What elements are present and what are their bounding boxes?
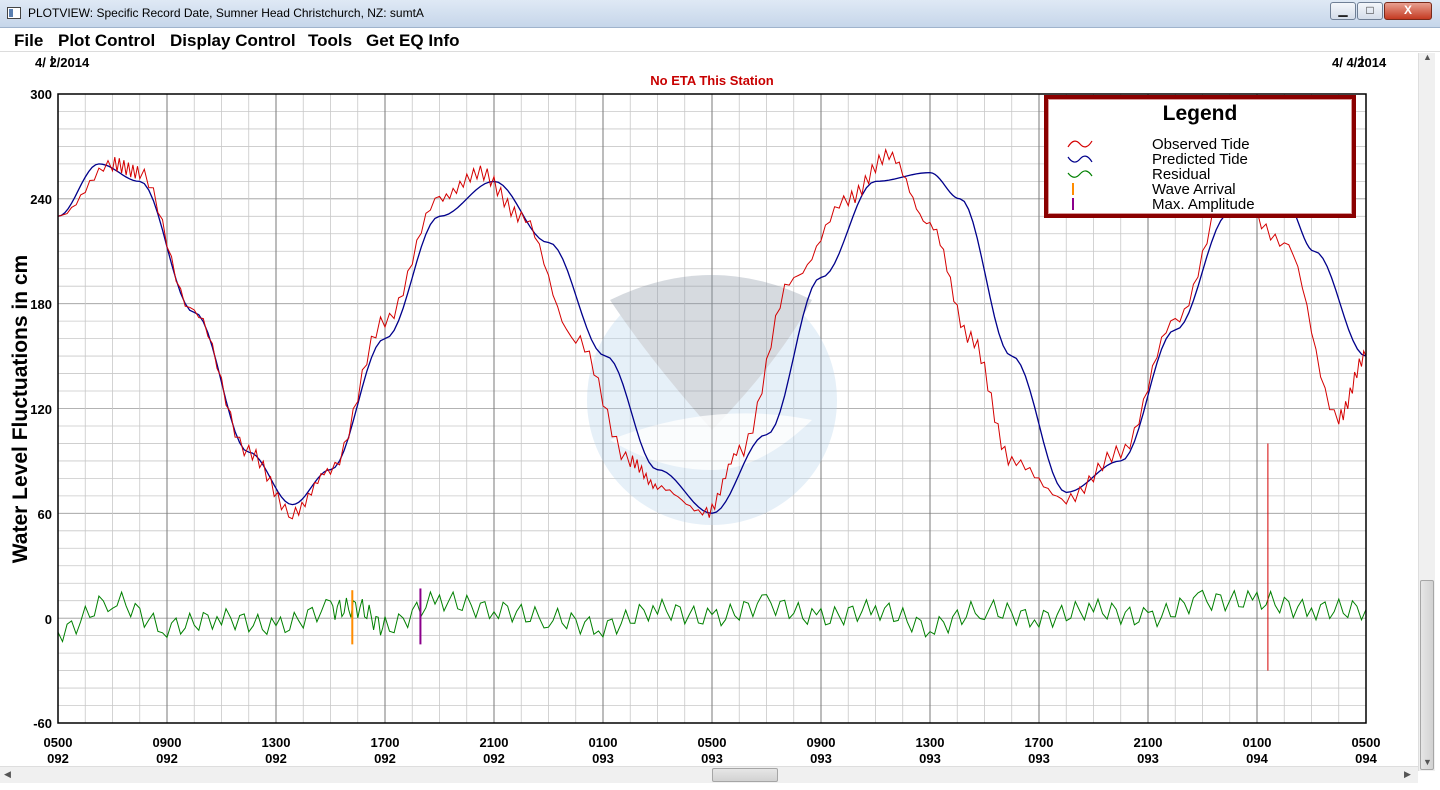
x-tick-day: 092 (156, 751, 178, 766)
x-tick-time: 2100 (1133, 735, 1163, 750)
legend-box: Legend Observed Tide Predicted Tide Resi… (1044, 95, 1356, 218)
scroll-left-icon[interactable]: ◀ (4, 769, 11, 780)
menu-display-control[interactable]: Display Control (170, 31, 296, 51)
window-title: PLOTVIEW: Specific Record Date, Sumner H… (28, 6, 424, 20)
close-button[interactable]: X (1384, 2, 1432, 20)
tick-icon (1072, 183, 1074, 195)
x-tick-day: 092 (483, 751, 505, 766)
vertical-scroll-thumb[interactable] (1420, 580, 1434, 770)
maximize-button[interactable]: □ (1357, 2, 1383, 20)
x-tick-time: 0100 (1242, 735, 1272, 750)
x-tick-day: 094 (1246, 751, 1268, 766)
legend-title: Legend (1162, 102, 1238, 125)
x-tick-label: 1300 092 (241, 735, 311, 767)
legend-item-predicted-tide: Predicted Tide (1066, 151, 1346, 168)
title-bar: PLOTVIEW: Specific Record Date, Sumner H… (0, 0, 1440, 28)
minimize-button[interactable]: ▁ (1330, 2, 1356, 20)
menu-tools[interactable]: Tools (308, 31, 352, 51)
noaa-watermark-logo (587, 275, 837, 525)
x-tick-day: 093 (701, 751, 723, 766)
x-tick-label: 0500 094 (1331, 735, 1401, 767)
horizontal-scrollbar[interactable]: ◀ ▶ (0, 766, 1418, 783)
x-tick-day: 094 (1355, 751, 1377, 766)
tick-icon (1072, 198, 1074, 210)
x-tick-label: 0500 093 (677, 735, 747, 767)
x-tick-time: 1700 (370, 735, 400, 750)
x-tick-label: 0100 093 (568, 735, 638, 767)
x-tick-label: 0500 092 (23, 735, 93, 767)
x-tick-label: 2100 093 (1113, 735, 1183, 767)
x-tick-day: 093 (919, 751, 941, 766)
x-tick-day: 093 (1137, 751, 1159, 766)
scroll-down-icon[interactable]: ▼ (1423, 757, 1432, 767)
x-tick-time: 2100 (479, 735, 509, 750)
x-tick-label: 1700 092 (350, 735, 420, 767)
horizontal-scroll-thumb[interactable] (712, 768, 778, 782)
menu-file[interactable]: File (14, 31, 43, 51)
x-tick-day: 093 (592, 751, 614, 766)
legend-item-max-amplitude: Max. Amplitude (1066, 196, 1346, 213)
legend-item-residual: Residual (1066, 166, 1346, 183)
x-tick-time: 0500 (697, 735, 727, 750)
x-tick-time: 1700 (1024, 735, 1054, 750)
x-tick-time: 1300 (261, 735, 291, 750)
x-tick-time: 0100 (588, 735, 618, 750)
legend-item-wave-arrival: Wave Arrival (1066, 181, 1346, 198)
wave-icon (1067, 170, 1093, 178)
x-tick-label: 2100 092 (459, 735, 529, 767)
x-tick-day: 092 (374, 751, 396, 766)
x-tick-time: 0500 (1351, 735, 1381, 750)
x-tick-time: 0500 (43, 735, 73, 750)
x-tick-day: 092 (47, 751, 69, 766)
x-tick-label: 0900 092 (132, 735, 202, 767)
x-tick-label: 1700 093 (1004, 735, 1074, 767)
x-tick-label: 0900 093 (786, 735, 856, 767)
menu-bar: File Plot Control Display Control Tools … (0, 28, 1440, 52)
legend-item-observed-tide: Observed Tide (1066, 136, 1346, 153)
x-tick-time: 0900 (152, 735, 182, 750)
x-tick-label: 1300 093 (895, 735, 965, 767)
x-tick-day: 093 (1028, 751, 1050, 766)
wave-icon (1067, 155, 1093, 163)
x-tick-day: 092 (265, 751, 287, 766)
app-icon[interactable] (7, 7, 21, 19)
wave-icon (1067, 140, 1093, 148)
scroll-up-icon[interactable]: ▲ (1423, 52, 1432, 62)
scroll-right-icon[interactable]: ▶ (1404, 769, 1411, 780)
x-tick-time: 1300 (915, 735, 945, 750)
vertical-scrollbar[interactable]: ▲ ▼ (1418, 52, 1435, 771)
legend-label: Max. Amplitude (1152, 196, 1255, 213)
x-tick-day: 093 (810, 751, 832, 766)
x-tick-time: 0900 (806, 735, 836, 750)
menu-plot-control[interactable]: Plot Control (58, 31, 155, 51)
x-tick-label: 0100 094 (1222, 735, 1292, 767)
menu-get-eq-info[interactable]: Get EQ Info (366, 31, 460, 51)
